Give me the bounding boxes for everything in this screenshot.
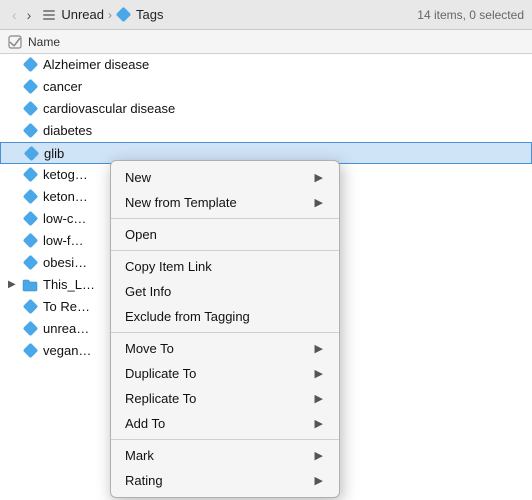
file-icon bbox=[22, 189, 38, 205]
file-icon bbox=[22, 299, 38, 315]
header-checkbox bbox=[8, 35, 28, 49]
breadcrumb-tags-label: Tags bbox=[136, 7, 163, 22]
stack-icon bbox=[41, 7, 57, 23]
menu-item-replicate-to[interactable]: Replicate To ▶ bbox=[111, 386, 339, 411]
menu-arrow-icon: ▶ bbox=[315, 342, 323, 355]
file-name: ketog… bbox=[43, 167, 88, 182]
menu-item-exclude-from-tagging[interactable]: Exclude from Tagging bbox=[111, 304, 339, 329]
file-name: To Re… bbox=[43, 299, 90, 314]
menu-item-replicate-to-label: Replicate To bbox=[125, 391, 315, 406]
file-name: Alzheimer disease bbox=[43, 57, 149, 72]
file-icon bbox=[22, 57, 38, 73]
menu-item-new-from-template-label: New from Template bbox=[125, 195, 315, 210]
column-header: Name bbox=[0, 30, 532, 54]
menu-separator bbox=[111, 332, 339, 333]
file-icon bbox=[22, 233, 38, 249]
file-list: Name Alzheimer disease cancer cardiovasc… bbox=[0, 30, 532, 500]
file-row[interactable]: Alzheimer disease bbox=[0, 54, 532, 76]
menu-item-add-to[interactable]: Add To ▶ bbox=[111, 411, 339, 436]
tag-icon bbox=[116, 7, 132, 23]
file-icon bbox=[22, 123, 38, 139]
file-row[interactable]: cancer bbox=[0, 76, 532, 98]
menu-item-get-info[interactable]: Get Info bbox=[111, 279, 339, 304]
file-name: obesi… bbox=[43, 255, 87, 270]
menu-arrow-icon: ▶ bbox=[315, 171, 323, 184]
file-icon bbox=[22, 343, 38, 359]
menu-arrow-icon: ▶ bbox=[315, 367, 323, 380]
column-name-label: Name bbox=[28, 35, 60, 49]
menu-item-exclude-from-tagging-label: Exclude from Tagging bbox=[125, 309, 323, 324]
file-name: low-f… bbox=[43, 233, 83, 248]
file-icon bbox=[22, 255, 38, 271]
item-count: 14 items, 0 selected bbox=[417, 8, 524, 22]
menu-item-open-label: Open bbox=[125, 227, 323, 242]
menu-item-rating-label: Rating bbox=[125, 473, 315, 488]
file-icon bbox=[23, 145, 39, 161]
file-name: vegan… bbox=[43, 343, 91, 358]
menu-item-add-to-label: Add To bbox=[125, 416, 315, 431]
file-icon bbox=[22, 321, 38, 337]
file-icon bbox=[22, 167, 38, 183]
file-name: cardiovascular disease bbox=[43, 101, 175, 116]
menu-item-move-to[interactable]: Move To ▶ bbox=[111, 336, 339, 361]
menu-item-duplicate-to-label: Duplicate To bbox=[125, 366, 315, 381]
file-row[interactable]: diabetes bbox=[0, 120, 532, 142]
file-icon bbox=[22, 101, 38, 117]
menu-item-open[interactable]: Open bbox=[111, 222, 339, 247]
breadcrumb-separator-1: › bbox=[108, 8, 112, 22]
context-menu: New ▶ New from Template ▶ Open Copy Item… bbox=[110, 160, 340, 498]
menu-item-new-from-template[interactable]: New from Template ▶ bbox=[111, 190, 339, 215]
breadcrumb-item-unread[interactable]: Unread bbox=[41, 7, 104, 23]
expand-arrow-icon: ▶ bbox=[8, 279, 22, 290]
menu-item-copy-item-link-label: Copy Item Link bbox=[125, 259, 323, 274]
menu-item-mark[interactable]: Mark ▶ bbox=[111, 443, 339, 468]
file-icon bbox=[22, 211, 38, 227]
folder-icon bbox=[22, 277, 38, 293]
menu-arrow-icon: ▶ bbox=[315, 449, 323, 462]
file-name: low-c… bbox=[43, 211, 86, 226]
menu-arrow-icon: ▶ bbox=[315, 417, 323, 430]
menu-separator bbox=[111, 250, 339, 251]
file-row[interactable]: cardiovascular disease bbox=[0, 98, 532, 120]
menu-arrow-icon: ▶ bbox=[315, 196, 323, 209]
breadcrumb-unread-label: Unread bbox=[61, 7, 104, 22]
menu-item-move-to-label: Move To bbox=[125, 341, 315, 356]
menu-item-new-label: New bbox=[125, 170, 315, 185]
file-name: This_L… bbox=[43, 277, 95, 292]
menu-arrow-icon: ▶ bbox=[315, 392, 323, 405]
file-name: cancer bbox=[43, 79, 82, 94]
breadcrumb: Unread › Tags bbox=[41, 7, 163, 23]
forward-button[interactable]: › bbox=[23, 5, 36, 25]
menu-item-get-info-label: Get Info bbox=[125, 284, 323, 299]
breadcrumb-item-tags[interactable]: Tags bbox=[116, 7, 163, 23]
menu-arrow-icon: ▶ bbox=[315, 474, 323, 487]
menu-item-copy-item-link[interactable]: Copy Item Link bbox=[111, 254, 339, 279]
file-name: glib bbox=[44, 146, 64, 161]
file-name: diabetes bbox=[43, 123, 92, 138]
back-button[interactable]: ‹ bbox=[8, 5, 21, 25]
file-name: unrea… bbox=[43, 321, 89, 336]
menu-item-new[interactable]: New ▶ bbox=[111, 165, 339, 190]
file-icon bbox=[22, 79, 38, 95]
menu-separator bbox=[111, 439, 339, 440]
menu-item-duplicate-to[interactable]: Duplicate To ▶ bbox=[111, 361, 339, 386]
nav-buttons: ‹ › bbox=[8, 5, 35, 25]
menu-separator bbox=[111, 218, 339, 219]
menu-item-rating[interactable]: Rating ▶ bbox=[111, 468, 339, 493]
file-name: keton… bbox=[43, 189, 88, 204]
menu-item-mark-label: Mark bbox=[125, 448, 315, 463]
toolbar: ‹ › Unread › Tags 14 items, 0 selected bbox=[0, 0, 532, 30]
